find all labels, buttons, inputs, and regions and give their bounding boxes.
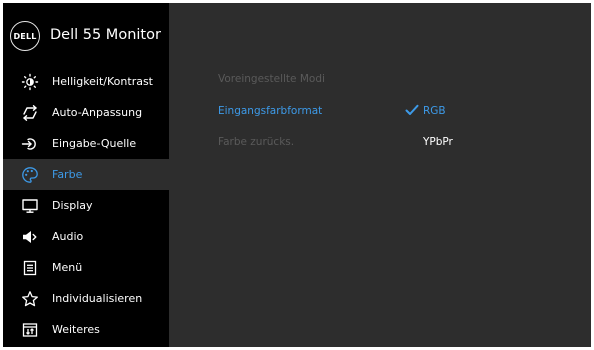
option-rgb[interactable]: RGB	[423, 105, 446, 117]
osd-sidebar: DELL Dell 55 Monitor Helligkeit/Kontrast…	[3, 3, 169, 347]
menu-item-others[interactable]: Weiteres	[3, 314, 169, 345]
menu-item-label: Auto-Anpassung	[52, 106, 143, 119]
brightness-icon	[21, 73, 39, 91]
input-source-icon	[21, 135, 39, 153]
menu-item-label: Individualisieren	[52, 292, 143, 305]
preset-modes-label: Voreingestellte Modi	[218, 73, 325, 85]
menu-icon	[21, 259, 39, 277]
menu-item-personalize[interactable]: Individualisieren	[3, 283, 169, 314]
dell-logo: DELL	[10, 21, 40, 51]
auto-adjust-icon	[21, 104, 39, 122]
preset-modes-row: Voreingestellte Modi	[218, 69, 325, 89]
others-icon	[21, 321, 39, 339]
input-color-format-row[interactable]: Eingangsfarbformat RGB	[218, 101, 558, 121]
checkmark-icon	[405, 104, 419, 119]
osd-content-panel: Voreingestellte Modi Eingangsfarbformat …	[169, 3, 591, 347]
menu-item-audio[interactable]: Audio	[3, 221, 169, 252]
menu-item-menu[interactable]: Menü	[3, 252, 169, 283]
menu-item-label: Audio	[52, 230, 84, 243]
monitor-title: Dell 55 Monitor	[50, 27, 161, 43]
menu-item-input-source[interactable]: Eingabe-Quelle	[3, 128, 169, 159]
menu-item-label: Helligkeit/Kontrast	[52, 75, 153, 88]
speaker-icon	[21, 228, 39, 246]
menu-item-label: Eingabe-Quelle	[52, 137, 137, 150]
menu-item-brightness-contrast[interactable]: Helligkeit/Kontrast	[3, 66, 169, 97]
menu-item-label: Farbe	[52, 168, 83, 181]
input-color-format-label: Eingangsfarbformat	[218, 105, 323, 117]
menu-item-color[interactable]: Farbe	[3, 159, 169, 190]
menu-item-label: Menü	[52, 261, 83, 274]
menu-item-display[interactable]: Display	[3, 190, 169, 221]
reset-color-row: Farbe zurücks. YPbPr	[218, 132, 558, 152]
menu-item-auto-adjust[interactable]: Auto-Anpassung	[3, 97, 169, 128]
monitor-osd: DELL Dell 55 Monitor Helligkeit/Kontrast…	[0, 0, 594, 350]
menu-item-label: Weiteres	[52, 323, 100, 336]
menu-item-label: Display	[52, 199, 93, 212]
color-palette-icon	[21, 166, 39, 184]
osd-header: DELL Dell 55 Monitor	[3, 3, 169, 63]
option-ypbpr[interactable]: YPbPr	[423, 136, 453, 148]
display-icon	[21, 197, 39, 215]
reset-color-label: Farbe zurücks.	[218, 136, 295, 148]
star-icon	[21, 290, 39, 308]
